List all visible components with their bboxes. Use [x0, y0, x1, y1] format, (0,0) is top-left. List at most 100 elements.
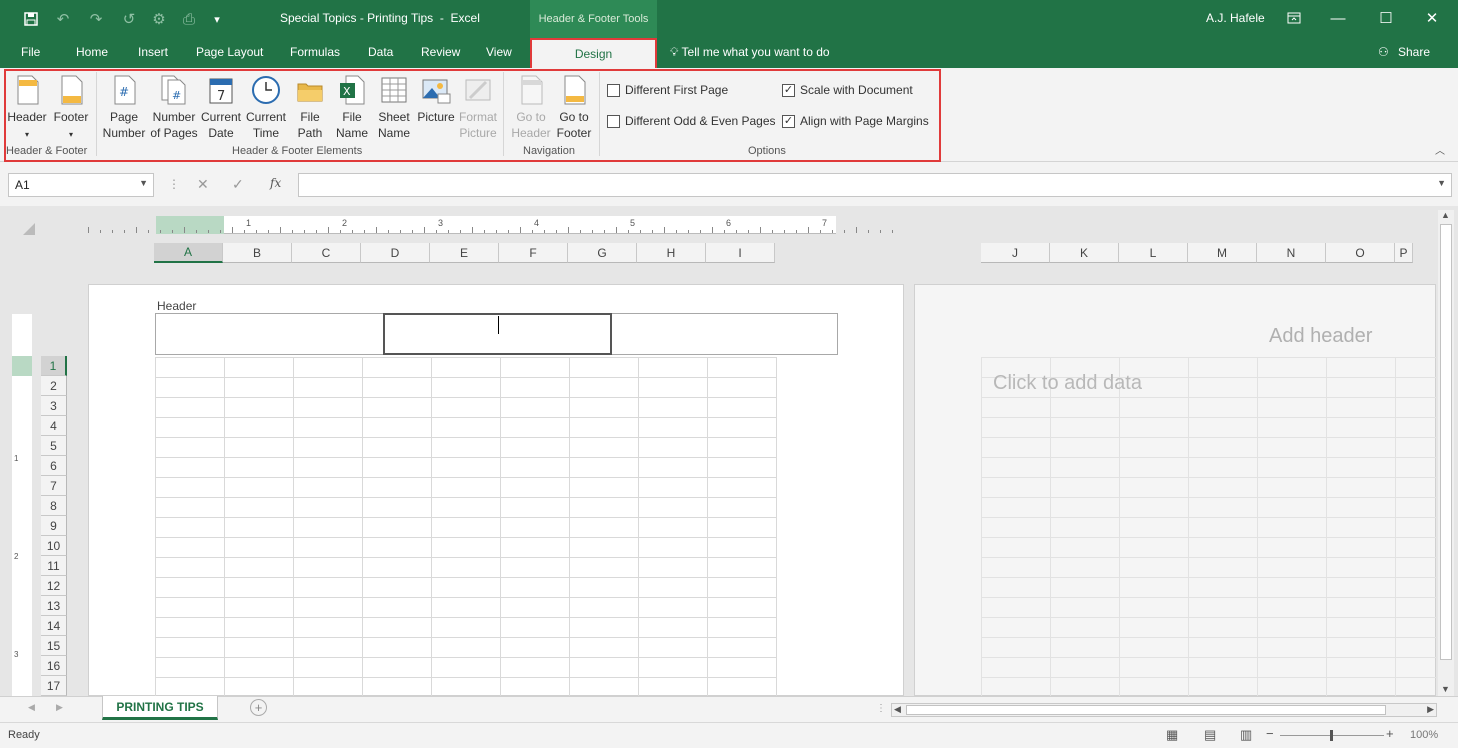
normal-view-icon[interactable]: ▦ — [1166, 727, 1178, 743]
column-header[interactable]: M — [1188, 243, 1257, 263]
row-header[interactable]: 10 — [41, 536, 67, 556]
share-button[interactable]: ⚇ Share — [1378, 45, 1430, 59]
scroll-up-icon[interactable]: ▲ — [1441, 210, 1450, 220]
minimize-icon[interactable]: — — [1318, 4, 1358, 32]
column-header[interactable]: J — [981, 243, 1050, 263]
different-first-page-checkbox[interactable]: Different First Page — [607, 83, 728, 97]
user-name[interactable]: A.J. Hafele — [1206, 11, 1265, 25]
current-date-button[interactable]: 7 Current Date — [199, 74, 243, 141]
scroll-left-icon[interactable]: ◀ — [894, 704, 901, 715]
picture-button[interactable]: Picture — [416, 74, 456, 125]
cancel-icon[interactable]: ✕ — [197, 176, 209, 193]
different-odd-even-checkbox[interactable]: Different Odd & Even Pages — [607, 114, 776, 128]
ribbon-display-icon[interactable] — [1274, 4, 1314, 32]
insert-function-icon[interactable]: fx — [270, 176, 281, 190]
column-header[interactable]: B — [223, 243, 292, 263]
column-header[interactable]: I — [706, 243, 775, 263]
header-right-section[interactable] — [612, 314, 838, 354]
sheet-name-button[interactable]: Sheet Name — [373, 74, 415, 141]
prev-sheet-icon[interactable]: ◀ — [28, 702, 35, 713]
page-number-button[interactable]: # Page Number — [100, 74, 148, 141]
maximize-icon[interactable]: ☐ — [1366, 4, 1406, 32]
header-center-section[interactable] — [383, 313, 612, 355]
scroll-right-icon[interactable]: ▶ — [1427, 704, 1434, 715]
preview-icon[interactable]: ⎙ — [178, 9, 200, 29]
header-button[interactable]: Header ▾ — [6, 74, 48, 143]
row-header[interactable]: 15 — [41, 636, 67, 656]
scale-with-document-checkbox[interactable]: ✓ Scale with Document — [782, 83, 913, 97]
header-left-section[interactable] — [156, 314, 384, 354]
zoom-slider-thumb[interactable] — [1330, 730, 1333, 741]
click-to-add-data[interactable]: Click to add data — [993, 372, 1142, 395]
next-sheet-icon[interactable]: ▶ — [56, 702, 63, 713]
sheet-tab-printing-tips[interactable]: PRINTING TIPS — [102, 696, 218, 720]
tab-page-layout[interactable]: Page Layout — [196, 45, 263, 59]
undo-icon[interactable]: ↶ — [52, 9, 74, 29]
number-of-pages-button[interactable]: # Number of Pages — [150, 74, 198, 141]
page-layout-view-icon[interactable]: ▤ — [1204, 727, 1216, 743]
row-header[interactable]: 13 — [41, 596, 67, 616]
column-header[interactable]: G — [568, 243, 637, 263]
go-to-footer-button[interactable]: Go to Footer — [553, 74, 595, 141]
page-break-view-icon[interactable]: ▥ — [1240, 727, 1252, 743]
tab-insert[interactable]: Insert — [138, 45, 168, 59]
customize-qat-icon[interactable]: ▾ — [206, 9, 228, 29]
tab-view[interactable]: View — [486, 45, 512, 59]
row-header[interactable]: 7 — [41, 476, 67, 496]
tab-review[interactable]: Review — [421, 45, 460, 59]
save-icon[interactable] — [20, 9, 42, 29]
tab-split-grip-icon[interactable]: ⋮ — [876, 703, 886, 714]
tab-home[interactable]: Home — [76, 45, 108, 59]
name-box[interactable]: A1 ▼ — [8, 173, 154, 197]
column-header[interactable]: D — [361, 243, 430, 263]
formula-input[interactable]: ▼ — [298, 173, 1452, 197]
row-header[interactable]: 11 — [41, 556, 67, 576]
column-header[interactable]: N — [1257, 243, 1326, 263]
footer-button[interactable]: Footer ▾ — [50, 74, 92, 143]
column-header[interactable]: F — [499, 243, 568, 263]
tab-data[interactable]: Data — [368, 45, 393, 59]
column-header[interactable]: K — [1050, 243, 1119, 263]
row-header[interactable]: 16 — [41, 656, 67, 676]
column-header[interactable]: E — [430, 243, 499, 263]
row-header[interactable]: 17 — [41, 676, 67, 696]
cell-grid-page-2[interactable] — [981, 357, 1437, 698]
column-header[interactable]: C — [292, 243, 361, 263]
tab-formulas[interactable]: Formulas — [290, 45, 340, 59]
zoom-level[interactable]: 100% — [1410, 729, 1438, 741]
current-time-button[interactable]: Current Time — [244, 74, 288, 141]
add-sheet-icon[interactable]: + — [250, 699, 267, 716]
add-header-placeholder[interactable]: Add header — [1269, 325, 1372, 348]
select-all-icon[interactable] — [22, 222, 36, 236]
row-header[interactable]: 12 — [41, 576, 67, 596]
scroll-thumb[interactable] — [1440, 224, 1452, 660]
tab-file[interactable]: File — [21, 45, 40, 59]
collapse-ribbon-icon[interactable]: ︿ — [1435, 142, 1445, 157]
row-header[interactable]: 5 — [41, 436, 67, 456]
h-scroll-thumb[interactable] — [906, 705, 1386, 715]
camera-icon[interactable]: ⚙ — [148, 9, 170, 29]
row-header[interactable]: 6 — [41, 456, 67, 476]
chevron-down-icon[interactable]: ▼ — [139, 178, 148, 188]
column-header[interactable]: O — [1326, 243, 1395, 263]
row-header[interactable]: 8 — [41, 496, 67, 516]
file-path-button[interactable]: File Path — [290, 74, 330, 141]
close-icon[interactable]: ✕ — [1412, 4, 1452, 32]
column-header[interactable]: A — [154, 243, 223, 263]
row-header[interactable]: 1 — [41, 356, 67, 376]
align-with-margins-checkbox[interactable]: ✓ Align with Page Margins — [782, 114, 929, 128]
refresh-icon[interactable]: ↺ — [118, 9, 140, 29]
scroll-down-icon[interactable]: ▼ — [1441, 684, 1450, 694]
enter-icon[interactable]: ✓ — [232, 176, 244, 193]
vertical-scrollbar[interactable]: ▲ ▼ — [1438, 210, 1454, 696]
redo-icon[interactable]: ↷ — [85, 9, 107, 29]
tab-design[interactable]: Design — [530, 38, 657, 68]
zoom-in-icon[interactable]: + — [1386, 726, 1394, 741]
row-header[interactable]: 9 — [41, 516, 67, 536]
file-name-button[interactable]: X File Name — [332, 74, 372, 141]
row-header[interactable]: 3 — [41, 396, 67, 416]
horizontal-scrollbar[interactable]: ◀ ▶ — [891, 703, 1437, 717]
row-header[interactable]: 2 — [41, 376, 67, 396]
cell-grid[interactable] — [155, 357, 777, 698]
row-header[interactable]: 4 — [41, 416, 67, 436]
